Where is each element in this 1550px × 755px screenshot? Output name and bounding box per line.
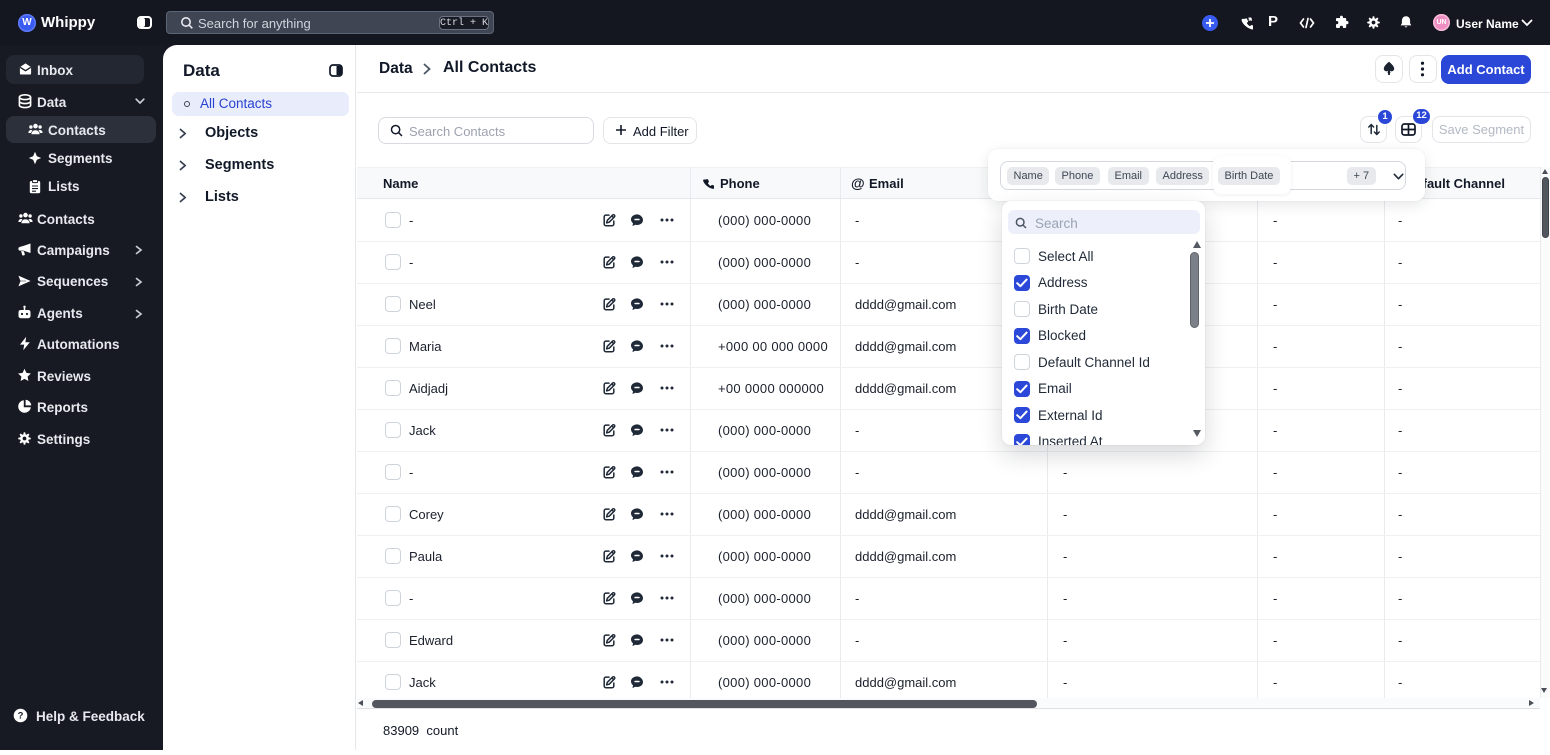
svg-text:?: ?	[18, 711, 24, 722]
